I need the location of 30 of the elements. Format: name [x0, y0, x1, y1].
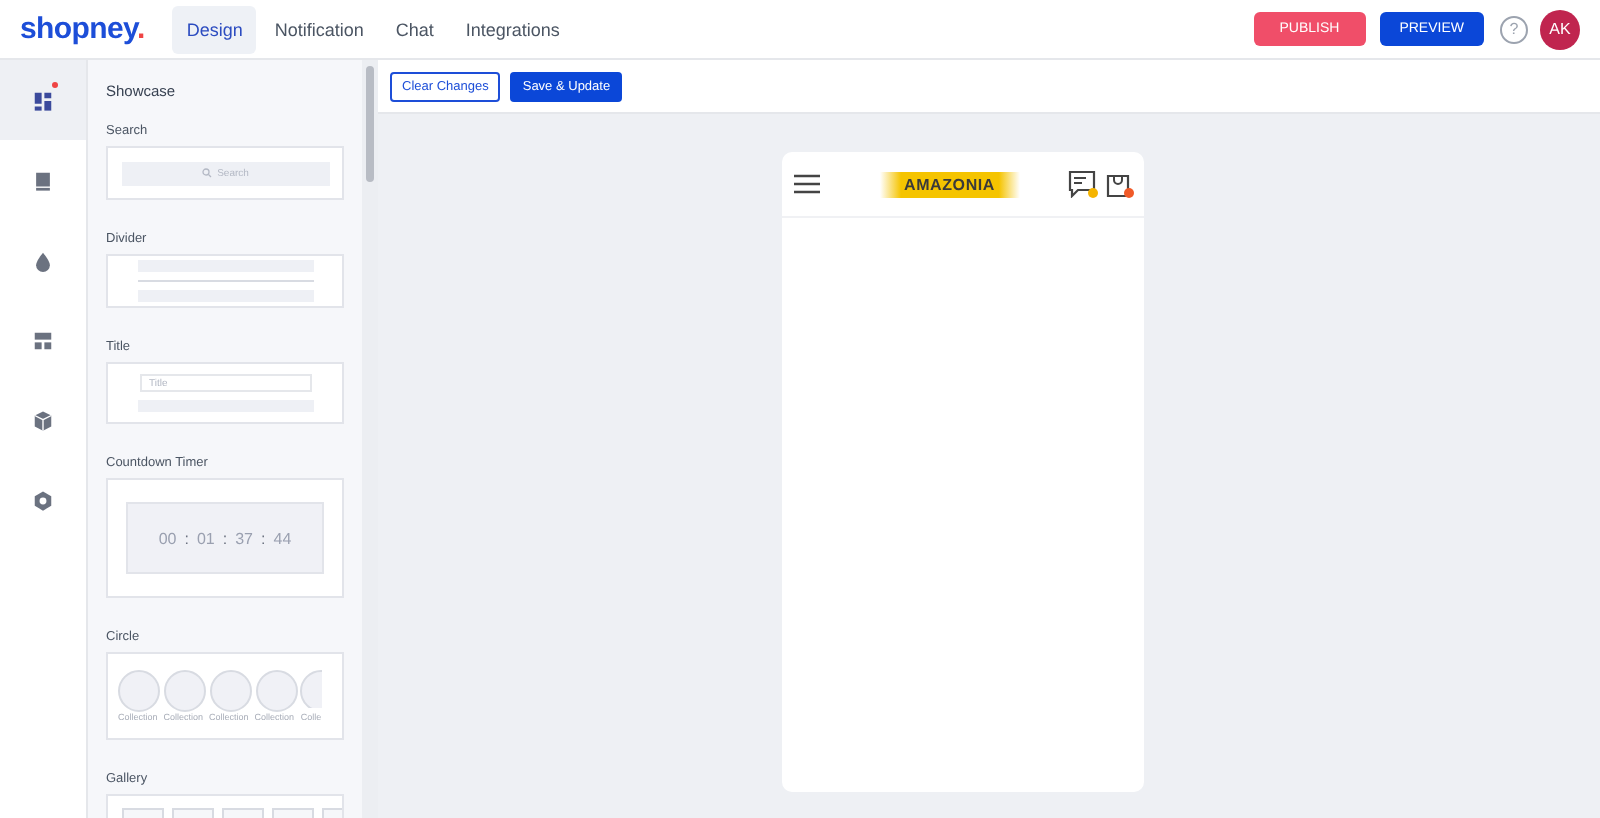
dashboard-icon [32, 89, 54, 111]
timer-digits: 01 [196, 529, 215, 547]
nav-tab[interactable]: Chat [381, 5, 448, 53]
image-placeholder-icon [209, 670, 252, 712]
store-logo: AMAZONIA [880, 171, 1020, 197]
image-placeholder-icon [164, 670, 207, 712]
user-avatar[interactable]: AK [1540, 9, 1580, 49]
timer-digits: 44 [273, 529, 292, 547]
chat-icon[interactable] [1068, 170, 1096, 198]
timer-separator: : [184, 529, 189, 547]
menu-icon[interactable] [794, 174, 820, 194]
box-icon [32, 409, 54, 431]
hexagon-icon [32, 489, 54, 511]
timer-separator: : [261, 529, 266, 547]
image-placeholder-icon [118, 670, 161, 712]
brand-logo[interactable]: shopney. [20, 12, 145, 46]
nav-tab[interactable]: Notification [260, 5, 378, 53]
layout-icon [32, 329, 54, 351]
timer-separator: : [222, 529, 228, 547]
nav-tab[interactable]: Integrations [451, 5, 574, 53]
page-icon [32, 169, 54, 191]
search-icon [201, 168, 212, 178]
countdown-widget-card[interactable]: 00 : 01 : 37 : 44 [106, 478, 344, 598]
nav-tab[interactable]: Design [172, 5, 257, 53]
timer-digits: 00 [158, 529, 177, 547]
shopping-bag-icon[interactable] [1104, 170, 1132, 198]
scrollbar-thumb[interactable] [366, 66, 374, 182]
rail-item[interactable] [0, 60, 86, 140]
drop-icon [32, 249, 54, 271]
timer-digits: 37 [235, 529, 254, 547]
